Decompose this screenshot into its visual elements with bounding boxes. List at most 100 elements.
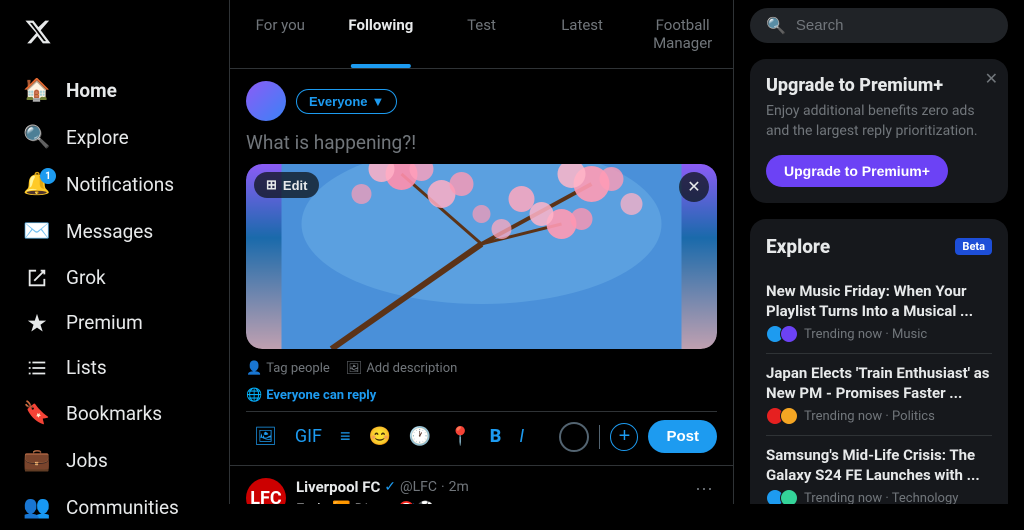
remove-image-button[interactable]: ✕ <box>679 172 709 202</box>
edit-image-button[interactable]: ⊞ Edit <box>254 172 319 198</box>
feed-item[interactable]: LFC Liverpool FC ✓ @LFC · 2m Fede 🆚 Diog… <box>230 466 733 504</box>
sidebar-item-lists-label: Lists <box>66 356 107 379</box>
sidebar-item-messages-label: Messages <box>66 220 153 243</box>
feed-dot: · <box>441 479 445 495</box>
trend-meta-3: Trending now · Technology <box>766 489 992 504</box>
notification-badge: 1 <box>40 168 56 184</box>
toolbar-divider <box>599 425 600 449</box>
beta-badge: Beta <box>955 238 992 255</box>
sidebar-item-grok-label: Grok <box>66 266 106 289</box>
sidebar-item-notifications[interactable]: 🔔 1 Notifications <box>12 162 217 207</box>
sidebar-item-home[interactable]: 🏠 Home <box>12 68 217 113</box>
grok-icon <box>24 267 50 289</box>
sidebar: 🏠 Home 🔍 Explore 🔔 1 Notifications ✉️ Me… <box>0 0 230 504</box>
add-description-button[interactable]: 🖼 Add description <box>346 361 458 376</box>
sidebar-logo[interactable] <box>12 8 217 66</box>
image-actions: 👤 Tag people 🖼 Add description <box>246 357 717 380</box>
sidebar-item-premium[interactable]: Premium <box>12 301 217 344</box>
trend-icons-2 <box>766 407 798 425</box>
compose-toolbar: 🖼 GIF ≡ 😊 🕐 📍 B I + Post <box>246 411 717 453</box>
emoji-icon[interactable]: 😊 <box>360 420 398 453</box>
toolbar-icons: 🖼 GIF ≡ 😊 🕐 📍 B I <box>246 420 532 453</box>
explore-header: Explore Beta <box>766 235 992 258</box>
tab-latest[interactable]: Latest <box>532 0 633 68</box>
communities-icon: 👥 <box>24 495 50 520</box>
sidebar-item-home-label: Home <box>66 79 117 102</box>
premium-title: Upgrade to Premium+ <box>766 75 992 96</box>
audience-selector[interactable]: Everyone ▼ <box>296 89 397 114</box>
chevron-down-icon: ▼ <box>372 94 385 109</box>
premium-upgrade-box: ✕ Upgrade to Premium+ Enjoy additional b… <box>750 59 1008 203</box>
premium-description: Enjoy additional benefits zero ads and t… <box>766 102 992 141</box>
verified-icon: ✓ <box>384 479 396 495</box>
home-icon: 🏠 <box>24 78 50 103</box>
trend-title-3: Samsung's Mid-Life Crisis: The Galaxy S2… <box>766 446 992 485</box>
tab-test[interactable]: Test <box>431 0 532 68</box>
compose-header: Everyone ▼ <box>246 81 717 121</box>
circle-button[interactable] <box>559 422 589 452</box>
tag-people-button[interactable]: 👤 Tag people <box>246 361 330 376</box>
trend-avatar-1b <box>780 325 798 343</box>
explore-title: Explore <box>766 235 830 258</box>
lfc-avatar: LFC <box>246 478 286 504</box>
sidebar-item-jobs[interactable]: 💼 Jobs <box>12 438 217 483</box>
premium-icon <box>24 312 50 334</box>
add-post-button[interactable]: + <box>610 423 638 451</box>
premium-upgrade-button[interactable]: Upgrade to Premium+ <box>766 155 948 187</box>
trend-meta-2: Trending now · Politics <box>766 407 992 425</box>
explore-icon: 🔍 <box>24 125 50 150</box>
sidebar-item-jobs-label: Jobs <box>66 449 108 472</box>
trend-item-1[interactable]: New Music Friday: When Your Playlist Tur… <box>766 272 992 354</box>
schedule-icon[interactable]: 🕐 <box>401 420 439 453</box>
location-icon[interactable]: 📍 <box>441 420 479 453</box>
user-avatar <box>246 81 286 121</box>
alt-text-icon: 🖼 <box>346 361 363 376</box>
feed-name-row: Liverpool FC ✓ @LFC · 2m <box>296 478 681 496</box>
feed-meta: Liverpool FC ✓ @LFC · 2m Fede 🆚 Diogo 🎯⚽ <box>296 478 681 504</box>
feed-account-name: Liverpool FC <box>296 478 380 496</box>
tab-football-manager[interactable]: Football Manager <box>632 0 733 68</box>
feed-more-button[interactable]: ··· <box>691 478 717 499</box>
compose-input-row: What is happening?! <box>246 131 717 453</box>
premium-close-button[interactable]: ✕ <box>985 69 998 89</box>
trend-icons-3 <box>766 489 798 504</box>
sidebar-item-communities[interactable]: 👥 Communities <box>12 485 217 530</box>
italic-icon[interactable]: I <box>511 420 532 453</box>
sidebar-item-bookmarks[interactable]: 🔖 Bookmarks <box>12 391 217 436</box>
list-icon[interactable]: ≡ <box>332 420 359 453</box>
trend-item-2[interactable]: Japan Elects 'Train Enthusiast' as New P… <box>766 354 992 436</box>
trend-item-3[interactable]: Samsung's Mid-Life Crisis: The Galaxy S2… <box>766 436 992 504</box>
sidebar-item-communities-label: Communities <box>66 496 179 519</box>
trend-meta-1: Trending now · Music <box>766 325 992 343</box>
right-panel: 🔍 ✕ Upgrade to Premium+ Enjoy additional… <box>734 0 1024 504</box>
mail-icon: ✉️ <box>24 219 50 244</box>
sidebar-item-bookmarks-label: Bookmarks <box>66 402 162 425</box>
tab-following[interactable]: Following <box>331 0 432 68</box>
sidebar-item-premium-label: Premium <box>66 311 143 334</box>
sidebar-item-notifications-label: Notifications <box>66 173 174 196</box>
sidebar-item-lists[interactable]: Lists <box>12 346 217 389</box>
everyone-can-reply[interactable]: 🌐 Everyone can reply <box>246 388 717 403</box>
search-bar[interactable]: 🔍 <box>750 8 1008 43</box>
search-icon: 🔍 <box>766 16 786 35</box>
search-input[interactable] <box>796 17 995 34</box>
feed-item-header: LFC Liverpool FC ✓ @LFC · 2m Fede 🆚 Diog… <box>246 478 717 504</box>
sidebar-item-explore[interactable]: 🔍 Explore <box>12 115 217 160</box>
post-button[interactable]: Post <box>648 420 717 453</box>
sidebar-item-grok[interactable]: Grok <box>12 256 217 299</box>
gif-icon[interactable]: GIF <box>287 420 330 453</box>
compose-input-area: What is happening?! <box>246 131 717 453</box>
sidebar-item-messages[interactable]: ✉️ Messages <box>12 209 217 254</box>
trend-avatar-2b <box>780 407 798 425</box>
trend-title-2: Japan Elects 'Train Enthusiast' as New P… <box>766 364 992 403</box>
image-preview: ⊞ Edit ✕ <box>246 164 717 349</box>
image-icon[interactable]: 🖼 <box>246 420 285 453</box>
trend-avatar-3b <box>780 489 798 504</box>
x-logo-icon <box>24 18 52 46</box>
sidebar-item-explore-label: Explore <box>66 126 129 149</box>
tab-for-you[interactable]: For you <box>230 0 331 68</box>
person-icon: 👤 <box>246 361 262 376</box>
grid-icon: ⊞ <box>266 177 277 193</box>
bold-icon[interactable]: B <box>482 420 510 453</box>
compose-placeholder[interactable]: What is happening?! <box>246 131 717 154</box>
